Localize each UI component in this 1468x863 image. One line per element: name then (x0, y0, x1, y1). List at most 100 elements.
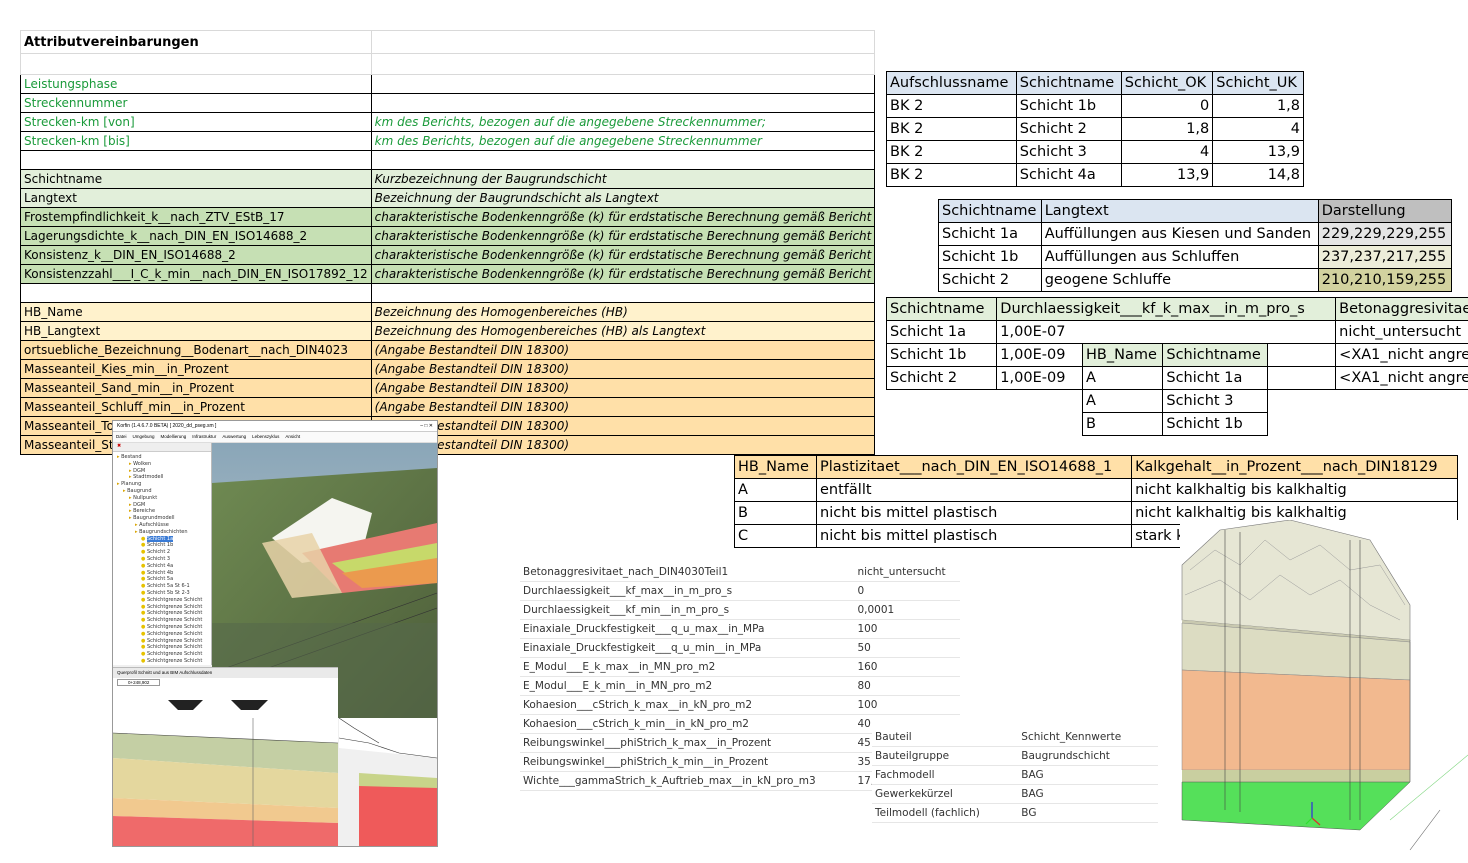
column-header: Darstellung (1317, 199, 1453, 223)
profile-window[interactable]: Querprofil Schnitt und aus BIM Aufschlus… (113, 667, 338, 846)
tree-item[interactable]: ▸ DGM (117, 502, 211, 509)
tree-item[interactable]: ● Schichtgrenze Schicht (117, 617, 211, 624)
table-row: Schicht 1a 1,00E-07 nicht_untersucht (886, 320, 1468, 344)
column-header: Schichtname (886, 297, 998, 321)
window-titlebar[interactable]: Korfin (1.4.6.7.0 BETA) [ 2020_dd_pseg.s… (113, 421, 437, 432)
tree-item[interactable]: ▸ Bestand (117, 454, 211, 461)
menu-item[interactable]: Ansicht (285, 434, 300, 439)
tree-toolbar[interactable]: ✖ (113, 443, 211, 452)
table-cell: Auffüllungen aus Schluffen (1040, 245, 1319, 269)
tree-item-label: Aufschlüsse (139, 521, 169, 528)
tree-item[interactable]: ● Schicht 1a (117, 535, 211, 543)
tree-item-label: Wolken (133, 460, 152, 467)
attr-value: km des Berichts, bezogen auf die angegeb… (370, 112, 876, 132)
property-row: Einaxiale_Druckfestigkeit___q_u_max__in_… (520, 619, 960, 639)
attr-key: Masseanteil_Sand_min__in_Prozent (20, 378, 372, 398)
tree-item[interactable]: ● Schicht 5a St 6-1 (117, 583, 211, 590)
property-name: Bauteilgruppe (872, 746, 1019, 766)
menu-item[interactable]: Datei (116, 434, 127, 439)
tree-item-label: Schichtgrenze Schicht (146, 603, 203, 610)
table-cell: nicht kalkhaltig bis kalkhaltig (1131, 478, 1458, 502)
tree-item[interactable]: ● Schichtgrenze Schicht (117, 624, 211, 631)
table-cell: Schicht 1a (886, 320, 998, 344)
tree-item[interactable]: ▸ Baugrundschichten (117, 529, 211, 536)
tree-item[interactable]: ● Schichtgrenze Schicht (117, 638, 211, 645)
tree-item[interactable]: ● Schichtgrenze Schicht (117, 604, 211, 611)
property-value: BAG (1018, 765, 1158, 785)
property-row: Bauteil Schicht_Kennwerte (872, 728, 1158, 747)
tree-item[interactable]: ● Schicht 3 (117, 556, 211, 563)
tree-item[interactable]: ▸ Wolken (117, 461, 211, 468)
window-controls[interactable]: – □ ✕ (420, 421, 433, 431)
attr-value (370, 93, 876, 113)
attr-value: Bezeichnung der Baugrundschicht als Lang… (370, 188, 876, 208)
tree-item[interactable]: ▸ Aufschlüsse (117, 522, 211, 529)
hb-schicht-table: HB_Name Schichtname A Schicht 1a A Schicht 3B… (1081, 343, 1268, 436)
tree-item[interactable]: ▸ Nullpunkt (117, 495, 211, 502)
table-cell: Schicht 2 (938, 268, 1042, 292)
menu-item[interactable]: Modellierung (161, 434, 187, 439)
model-tree-panel[interactable]: ✖ ▸ Bestand ▸ Wolken ▸ DGM ▸ Stadtmodell ▸ P… (113, 443, 212, 665)
table-cell: Schicht 2 (1015, 117, 1122, 141)
property-row: Durchlaessigkeit___kf_max__in_m_pro_s 0 (520, 581, 960, 601)
tree-item[interactable]: ● Schicht 2 (117, 549, 211, 556)
property-name: Fachmodell (872, 765, 1019, 785)
3d-model-view[interactable] (1180, 520, 1468, 863)
tree-item[interactable]: ▸ DGM (117, 468, 211, 475)
tree-item-label: Schicht 5a (146, 576, 174, 583)
property-value: 50 (854, 638, 960, 658)
section-drawing[interactable] (339, 718, 437, 846)
table-row: B Schicht 1b (1081, 412, 1268, 436)
menu-item[interactable]: Infrastruktur (192, 434, 216, 439)
table-cell: Auffüllungen aus Kiesen und Sanden (1040, 222, 1319, 246)
menu-bar[interactable]: Datei Umgebung Modellierung Infrastruktur Au… (113, 432, 437, 443)
menu-item[interactable]: Auswertung (222, 434, 246, 439)
tree-item-label: Schicht 2 (146, 549, 171, 556)
table-cell: Schicht 3 (1015, 140, 1122, 164)
tree-item[interactable]: ● Schichtgrenze Schicht (117, 651, 211, 658)
window-title: Korfin (1.4.6.7.0 BETA) [ 2020_dd_pseg.s… (117, 423, 217, 429)
tree-item-label: Schichtgrenze Schicht (146, 623, 203, 630)
tree-item[interactable]: ● Schicht 1b (117, 542, 211, 549)
tree-item[interactable]: ● Schichtgrenze Schicht (117, 631, 211, 638)
software-window[interactable]: Korfin (1.4.6.7.0 BETA) [ 2020_dd_pseg.s… (112, 420, 438, 847)
tree-item[interactable]: ● Schicht 5b St 2-3 (117, 590, 211, 597)
table-cell: BK 2 (886, 94, 1017, 118)
table-cell: 229,229,229,255 (1317, 222, 1453, 246)
table-header-row: HB_Name Schichtname (1081, 343, 1268, 367)
tree-item[interactable]: ● Schichtgrenze Schicht (117, 644, 211, 651)
table-row: BK 2 Schicht 4a 13,9 14,8 (886, 163, 1304, 187)
table-cell: Schicht 2 (886, 366, 998, 390)
property-row: Einaxiale_Druckfestigkeit___q_u_min__in_… (520, 638, 960, 658)
tree-item-label: Baugrundschichten (139, 528, 188, 535)
property-name: Kohaesion___cStrich_k_max__in_kN_pro_m2 (520, 695, 855, 715)
table-row: BK 2 Schicht 3 4 13,9 (886, 140, 1304, 164)
attr-value: charakteristische Bodenkenngröße (k) für… (370, 264, 876, 284)
model-tree[interactable]: ▸ Bestand ▸ Wolken ▸ DGM ▸ Stadtmodell ▸ Pla… (113, 452, 211, 665)
column-header: Durchlaessigkeit___kf_k_max__in_m_pro_s (996, 297, 1337, 321)
attr-value: (Angabe Bestandteil DIN 18300) (370, 378, 876, 398)
tree-item[interactable]: ▸ Stadtmodell (117, 474, 211, 481)
profile-station-field[interactable]: 0+248,902 (113, 678, 338, 688)
table-cell: 14,8 (1212, 163, 1304, 187)
attr-row: Langtext Bezeichnung der Baugrundschicht … (20, 188, 876, 208)
tree-item[interactable]: ▸ Bereiche (117, 508, 211, 515)
tree-item[interactable]: ● Schichtgrenze Schicht (117, 610, 211, 617)
menu-item[interactable]: Lebenszyklus (252, 434, 279, 439)
tree-item[interactable]: ● Schichtgrenze Schicht (117, 658, 211, 665)
tree-item[interactable]: ▸ Planung (117, 481, 211, 488)
tree-item[interactable]: ● Schicht 4b (117, 570, 211, 577)
tree-item[interactable]: ● Schicht 5a (117, 576, 211, 583)
tree-item[interactable]: ▸ Baugrundmodell (117, 515, 211, 522)
attr-key: Lagerungsdichte_k__nach_DIN_EN_ISO14688_… (20, 226, 372, 246)
aufschluss-table: Aufschlussname Schichtname Schicht_OK Schic… (886, 71, 1304, 187)
table-cell: Schicht 4a (1015, 163, 1122, 187)
delete-icon[interactable]: ✖ (117, 443, 121, 449)
table-row: Schicht 1b Auffüllungen aus Schluffen 237,… (938, 245, 1453, 269)
property-name: Betonaggresivitaet_nach_DIN4030Teil1 (520, 563, 855, 582)
tree-item[interactable]: ● Schichtgrenze Schicht (117, 597, 211, 604)
tree-item[interactable]: ▸ Baugrund (117, 488, 211, 495)
tree-item[interactable]: ● Schicht 4a (117, 563, 211, 570)
column-header: Schichtname (1162, 343, 1268, 367)
menu-item[interactable]: Umgebung (133, 434, 155, 439)
